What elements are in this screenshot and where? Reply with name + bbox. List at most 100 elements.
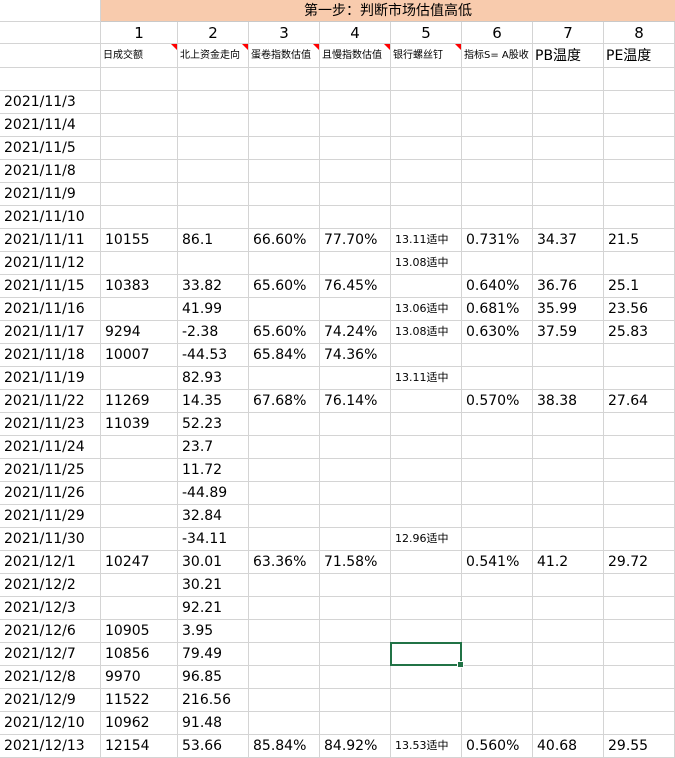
data-cell[interactable] — [391, 482, 462, 505]
data-cell[interactable] — [391, 114, 462, 137]
data-cell[interactable]: 96.85 — [178, 666, 249, 689]
data-cell[interactable]: -44.89 — [178, 482, 249, 505]
data-cell[interactable] — [320, 528, 391, 551]
date-cell[interactable]: 2021/11/9 — [0, 183, 101, 206]
data-cell[interactable]: 52.23 — [178, 413, 249, 436]
data-cell[interactable] — [249, 712, 320, 735]
data-cell[interactable]: 0.541% — [462, 551, 533, 574]
data-cell[interactable] — [320, 183, 391, 206]
data-cell[interactable] — [249, 298, 320, 321]
data-cell[interactable] — [249, 689, 320, 712]
data-cell[interactable] — [391, 551, 462, 574]
data-cell[interactable] — [320, 160, 391, 183]
data-cell[interactable]: 9294 — [101, 321, 178, 344]
date-cell[interactable]: 2021/11/26 — [0, 482, 101, 505]
data-cell[interactable] — [462, 689, 533, 712]
data-cell[interactable] — [462, 505, 533, 528]
data-cell[interactable] — [391, 390, 462, 413]
data-cell[interactable] — [604, 528, 675, 551]
data-cell[interactable] — [178, 252, 249, 275]
date-cell[interactable]: 2021/12/8 — [0, 666, 101, 689]
data-cell[interactable]: 11039 — [101, 413, 178, 436]
data-cell[interactable] — [249, 459, 320, 482]
data-cell[interactable]: 30.21 — [178, 574, 249, 597]
data-cell[interactable] — [320, 114, 391, 137]
data-cell[interactable] — [249, 436, 320, 459]
data-cell[interactable]: 10383 — [101, 275, 178, 298]
data-cell[interactable] — [320, 137, 391, 160]
data-cell[interactable] — [462, 252, 533, 275]
data-cell[interactable]: 12154 — [101, 735, 178, 758]
data-cell[interactable] — [391, 206, 462, 229]
date-cell[interactable]: 2021/12/7 — [0, 643, 101, 666]
data-cell[interactable] — [101, 298, 178, 321]
data-cell[interactable] — [533, 183, 604, 206]
banner-title-cell[interactable]: 第一步：判断市场估值高低 — [101, 0, 675, 22]
data-cell[interactable] — [249, 643, 320, 666]
data-cell[interactable]: 32.84 — [178, 505, 249, 528]
data-cell[interactable] — [533, 712, 604, 735]
data-cell[interactable]: 41.2 — [533, 551, 604, 574]
data-cell[interactable] — [320, 367, 391, 390]
data-cell[interactable] — [391, 137, 462, 160]
date-cell[interactable]: 2021/12/1 — [0, 551, 101, 574]
date-cell[interactable]: 2021/12/2 — [0, 574, 101, 597]
data-cell[interactable]: 34.37 — [533, 229, 604, 252]
data-cell[interactable] — [533, 482, 604, 505]
data-cell[interactable] — [249, 137, 320, 160]
data-cell[interactable] — [533, 574, 604, 597]
data-cell[interactable]: 71.58% — [320, 551, 391, 574]
data-cell[interactable] — [249, 160, 320, 183]
data-cell[interactable] — [320, 689, 391, 712]
data-cell[interactable] — [391, 597, 462, 620]
empty-cell[interactable] — [462, 68, 533, 91]
data-cell[interactable] — [462, 482, 533, 505]
data-cell[interactable]: 216.56 — [178, 689, 249, 712]
data-cell[interactable] — [320, 252, 391, 275]
column-header-3-with-comment[interactable]: 蛋卷指数估值 — [249, 44, 320, 68]
data-cell[interactable]: 10856 — [101, 643, 178, 666]
data-cell[interactable]: 74.24% — [320, 321, 391, 344]
data-cell[interactable] — [101, 160, 178, 183]
data-cell[interactable] — [462, 459, 533, 482]
data-cell[interactable] — [391, 91, 462, 114]
data-cell[interactable] — [249, 597, 320, 620]
data-cell[interactable]: 10962 — [101, 712, 178, 735]
data-cell[interactable] — [320, 413, 391, 436]
data-cell[interactable] — [391, 344, 462, 367]
date-cell[interactable]: 2021/11/30 — [0, 528, 101, 551]
date-cell[interactable]: 2021/11/19 — [0, 367, 101, 390]
data-cell[interactable]: 77.70% — [320, 229, 391, 252]
data-cell[interactable] — [533, 689, 604, 712]
data-cell[interactable] — [533, 620, 604, 643]
data-cell[interactable]: 0.560% — [462, 735, 533, 758]
data-cell[interactable]: 0.681% — [462, 298, 533, 321]
empty-cell[interactable] — [391, 68, 462, 91]
data-cell[interactable]: 84.92% — [320, 735, 391, 758]
data-cell[interactable] — [391, 183, 462, 206]
data-cell[interactable]: 23.56 — [604, 298, 675, 321]
data-cell[interactable] — [320, 505, 391, 528]
data-cell[interactable] — [462, 183, 533, 206]
date-cell[interactable]: 2021/11/5 — [0, 137, 101, 160]
empty-cell[interactable] — [178, 68, 249, 91]
data-cell[interactable]: 0.731% — [462, 229, 533, 252]
data-cell[interactable] — [604, 91, 675, 114]
data-cell[interactable]: 67.68% — [249, 390, 320, 413]
data-cell[interactable]: 11269 — [101, 390, 178, 413]
column-number-6[interactable]: 6 — [462, 22, 533, 44]
data-cell[interactable] — [178, 183, 249, 206]
data-cell[interactable] — [391, 712, 462, 735]
data-cell[interactable]: 74.36% — [320, 344, 391, 367]
data-cell[interactable] — [391, 459, 462, 482]
data-cell[interactable] — [101, 459, 178, 482]
data-cell[interactable] — [604, 689, 675, 712]
date-cell[interactable]: 2021/12/13 — [0, 735, 101, 758]
data-cell[interactable] — [604, 459, 675, 482]
data-cell[interactable] — [249, 528, 320, 551]
data-cell[interactable] — [320, 666, 391, 689]
data-cell[interactable] — [533, 206, 604, 229]
data-cell[interactable] — [178, 91, 249, 114]
data-cell[interactable] — [391, 413, 462, 436]
data-cell[interactable] — [320, 298, 391, 321]
